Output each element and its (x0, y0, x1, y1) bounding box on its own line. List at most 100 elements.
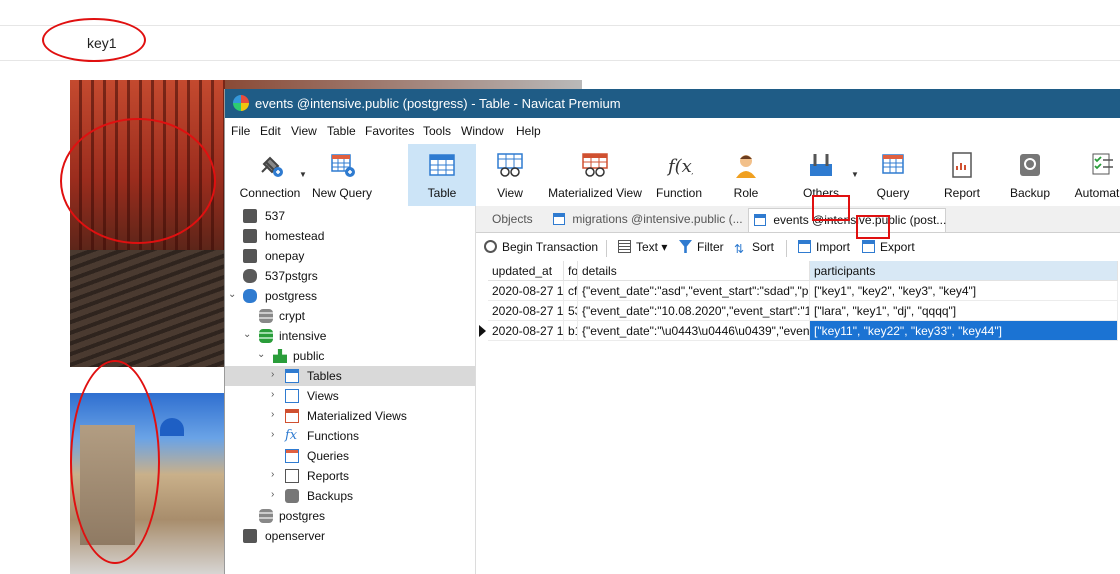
tab-migrations[interactable]: migrations @intensive.public (... (548, 208, 746, 231)
chevron-down-icon[interactable]: ⌄ (243, 329, 251, 340)
tree-item-crypt[interactable]: crypt (225, 306, 475, 326)
tree-item-materialized-views[interactable]: › Materialized Views (225, 406, 475, 426)
cell-fo[interactable]: b1 (564, 321, 578, 341)
tree-item-537pstgrs[interactable]: 537pstgrs (225, 266, 475, 286)
column-header-details[interactable]: details (578, 261, 810, 281)
column-header-participants[interactable]: participants (810, 261, 1118, 281)
menu-favorites[interactable]: Favorites (365, 124, 414, 138)
import-button[interactable]: Import (798, 240, 850, 254)
view-button[interactable]: View (480, 144, 540, 206)
connection-icon (243, 529, 257, 543)
cell-fo[interactable]: cf (564, 281, 578, 301)
user-role-icon (736, 155, 756, 178)
main-toolbar: Connection ▼ New Query Table View Materi… (225, 144, 1120, 207)
sort-button[interactable]: ⇅ Sort (734, 240, 774, 256)
cell-fo[interactable]: 53 (564, 301, 578, 321)
cell-details[interactable]: {"event_date":"asd","event_start":"sdad"… (578, 281, 810, 301)
bridge-deck-photo-part (70, 250, 225, 367)
backup-button[interactable]: Backup (1003, 144, 1057, 206)
table-row[interactable]: 2020-08-27 19: cf {"event_date":"asd","e… (476, 281, 1120, 301)
chevron-right-icon[interactable]: › (271, 389, 274, 400)
cell-participants[interactable]: ["lara", "key1", "dj", "qqqq"] (810, 301, 1118, 321)
tab-label: Objects (492, 212, 533, 226)
tree-item-537[interactable]: 537 (225, 206, 475, 226)
cell-participants[interactable]: ["key1", "key2", "key3", "key4"] (810, 281, 1118, 301)
tree-item-reports[interactable]: › Reports (225, 466, 475, 486)
table-row-selected[interactable]: 2020-08-27 19: b1 {"event_date":"\u0443\… (476, 321, 1120, 341)
tools-icon (810, 154, 832, 176)
tree-label: homestead (265, 229, 325, 243)
chevron-right-icon[interactable]: › (271, 469, 274, 480)
connection-icon (243, 229, 257, 243)
role-button[interactable]: Role (721, 144, 771, 206)
tree-item-postgres[interactable]: postgres (225, 506, 475, 526)
connection-icon (243, 209, 257, 223)
tree-item-intensive[interactable]: ⌄ intensive (225, 326, 475, 346)
connection-button[interactable]: Connection (231, 144, 309, 206)
grid-toolbar: Begin Transaction Text ▾ Filter ⇅ Sort Im… (476, 235, 1120, 261)
others-dropdown-icon[interactable]: ▼ (851, 170, 859, 179)
backup-label: Backup (1009, 186, 1051, 200)
materialized-view-icon (285, 409, 299, 423)
table-label: Table (427, 186, 457, 200)
tree-item-queries[interactable]: Queries (225, 446, 475, 466)
chevron-down-icon[interactable]: ⌄ (228, 289, 236, 300)
cell-details[interactable]: {"event_date":"\u0443\u0446\u0439","even… (578, 321, 810, 341)
query-button[interactable]: Query (865, 144, 921, 206)
menu-help[interactable]: Help (516, 124, 541, 138)
tree-item-onepay[interactable]: onepay (225, 246, 475, 266)
menu-edit[interactable]: Edit (260, 124, 281, 138)
menu-file[interactable]: File (231, 124, 250, 138)
chevron-right-icon[interactable]: › (271, 369, 274, 380)
tab-objects[interactable]: Objects (482, 208, 542, 231)
report-button[interactable]: Report (935, 144, 989, 206)
table-row[interactable]: 2020-08-27 19: 53 {"event_date":"10.08.2… (476, 301, 1120, 321)
menu-tools[interactable]: Tools (423, 124, 451, 138)
chevron-right-icon[interactable]: › (271, 489, 274, 500)
connection-dropdown-icon[interactable]: ▼ (299, 170, 307, 179)
chevron-down-icon[interactable]: ⌄ (257, 349, 265, 360)
cell-updated-at[interactable]: 2020-08-27 19: (488, 281, 564, 301)
button-label: Text (636, 240, 659, 254)
report-label: Report (943, 186, 981, 200)
tree-item-backups[interactable]: › Backups (225, 486, 475, 506)
tree-item-functions[interactable]: › fx Functions (225, 426, 475, 446)
tree-item-public[interactable]: ⌄ public (225, 346, 475, 366)
function-icon: fx (285, 428, 298, 443)
cell-participants-selected[interactable]: ["key11", "key22", "key33", "key44"] (810, 321, 1118, 341)
menu-window[interactable]: Window (461, 124, 504, 138)
table-icon (285, 369, 299, 383)
window-title: events @intensive.public (postgress) - T… (255, 96, 621, 111)
cell-updated-at[interactable]: 2020-08-27 19: (488, 301, 564, 321)
search-bar[interactable]: key1 (0, 25, 1120, 61)
town-photo-dome (160, 418, 184, 436)
query-icon (882, 154, 904, 174)
cell-updated-at[interactable]: 2020-08-27 19: (488, 321, 564, 341)
tab-label: migrations @intensive.public (... (572, 212, 743, 226)
tree-item-openserver[interactable]: openserver (225, 526, 475, 546)
tree-item-views[interactable]: › Views (225, 386, 475, 406)
navicat-logo-icon (233, 95, 249, 111)
chevron-right-icon[interactable]: › (271, 429, 274, 440)
cell-details[interactable]: {"event_date":"10.08.2020","event_start"… (578, 301, 810, 321)
new-query-button[interactable]: New Query (311, 144, 373, 206)
filter-button[interactable]: Filter (679, 240, 724, 254)
menu-table[interactable]: Table (327, 124, 356, 138)
postgres-elephant-icon (243, 289, 257, 303)
column-header-fo[interactable]: fo (564, 261, 578, 281)
menu-view[interactable]: View (291, 124, 317, 138)
table-icon (429, 154, 455, 176)
tree-item-postgress[interactable]: ⌄ postgress (225, 286, 475, 306)
menu-bar: File Edit View Table Favorites Tools Win… (225, 118, 1120, 142)
column-header-updated-at[interactable]: updated_at (488, 261, 564, 281)
function-button[interactable]: f(x) Function (649, 144, 709, 206)
materialized-view-button[interactable]: Materialized View (545, 144, 645, 206)
text-button[interactable]: Text ▾ (618, 240, 667, 254)
tree-item-homestead[interactable]: homestead (225, 226, 475, 246)
export-button[interactable]: Export (862, 240, 915, 254)
table-button[interactable]: Table (408, 144, 476, 206)
chevron-right-icon[interactable]: › (271, 409, 274, 420)
tree-item-tables[interactable]: › Tables (225, 366, 475, 386)
begin-transaction-button[interactable]: Begin Transaction (484, 240, 598, 254)
automation-button[interactable]: Automation (1065, 144, 1120, 206)
